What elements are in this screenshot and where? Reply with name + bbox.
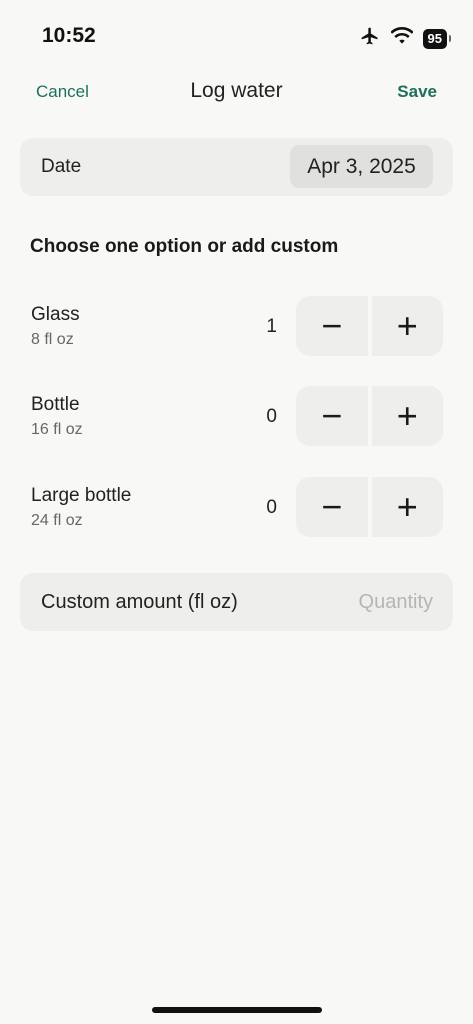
save-button[interactable]: Save [397, 82, 437, 102]
section-title: Choose one option or add custom [30, 236, 339, 257]
option-size: 24 fl oz [31, 512, 83, 529]
option-name: Bottle [31, 394, 80, 415]
quantity-stepper: − + [296, 477, 443, 539]
option-count: 0 [266, 497, 277, 518]
quantity-input[interactable] [283, 586, 433, 618]
quantity-stepper: − + [296, 296, 443, 358]
option-row-bottle: Bottle 16 fl oz 0 − + [0, 386, 473, 448]
status-bar: 10:52 95 [0, 0, 473, 72]
home-indicator[interactable] [152, 1007, 322, 1013]
option-row-large-bottle: Large bottle 24 fl oz 0 − + [0, 477, 473, 539]
quantity-stepper: − + [296, 386, 443, 448]
increment-button[interactable]: + [371, 296, 443, 356]
battery-indicator: 95 [422, 28, 452, 49]
status-time: 10:52 [42, 24, 96, 47]
nav-bar: Cancel Log water Save [0, 72, 473, 112]
decrement-button[interactable]: − [296, 386, 368, 446]
option-name: Large bottle [31, 485, 132, 506]
date-picker[interactable]: Apr 3, 2025 [290, 145, 433, 188]
date-row: Date Apr 3, 2025 [20, 138, 453, 196]
increment-button[interactable]: + [371, 477, 443, 537]
option-row-glass: Glass 8 fl oz 1 − + [0, 296, 473, 358]
increment-button[interactable]: + [371, 386, 443, 446]
wifi-icon [389, 27, 414, 50]
option-size: 8 fl oz [31, 331, 74, 348]
option-count: 0 [266, 406, 277, 427]
decrement-button[interactable]: − [296, 477, 368, 537]
option-count: 1 [266, 316, 277, 337]
option-name: Glass [31, 304, 80, 325]
custom-amount-label: Custom amount (fl oz) [41, 591, 238, 613]
decrement-button[interactable]: − [296, 296, 368, 356]
status-icons: 95 [359, 26, 452, 51]
option-size: 16 fl oz [31, 421, 83, 438]
date-label: Date [41, 156, 82, 177]
airplane-icon [359, 26, 381, 51]
custom-amount-row: Custom amount (fl oz) [20, 573, 453, 631]
